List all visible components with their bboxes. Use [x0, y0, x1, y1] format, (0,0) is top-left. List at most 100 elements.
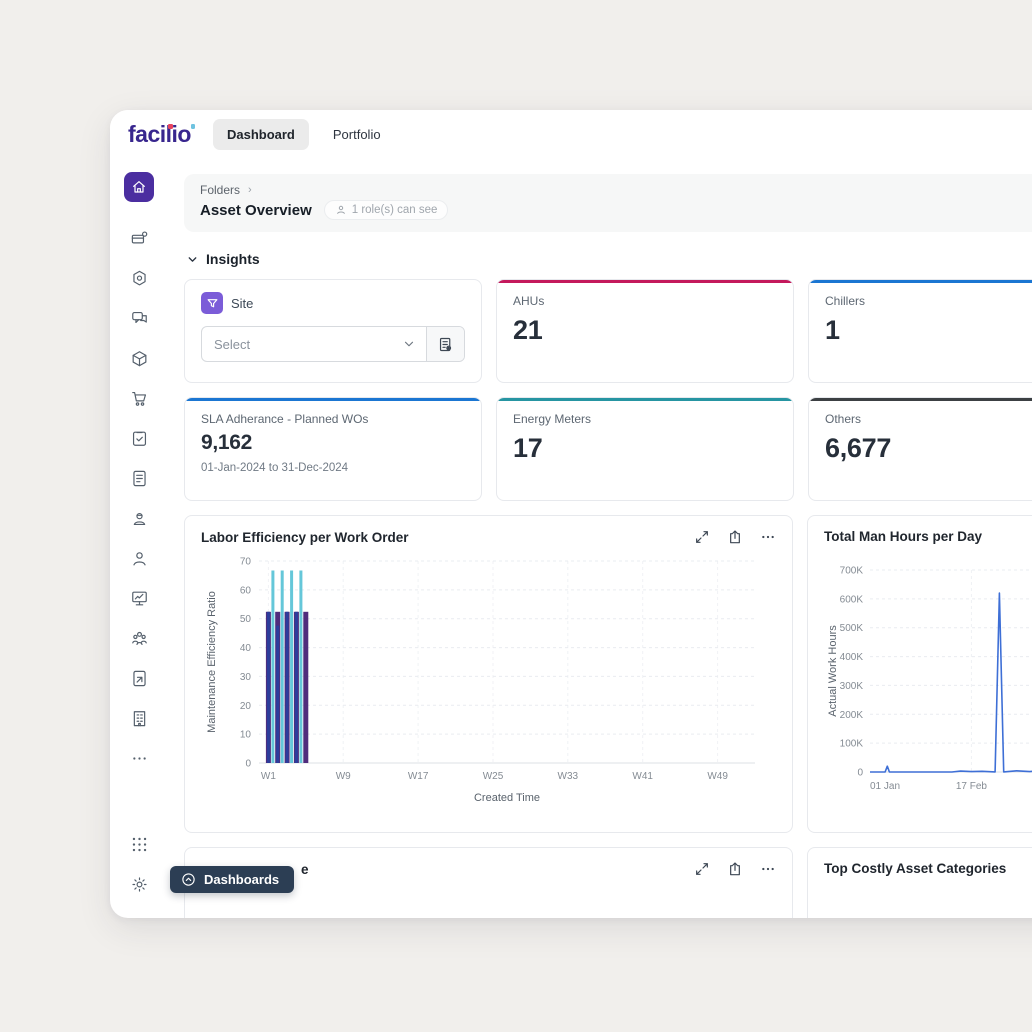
sidebar-item-cart[interactable]: [130, 389, 149, 408]
sidebar-item-worker[interactable]: [130, 509, 149, 528]
roles-badge[interactable]: 1 role(s) can see: [324, 200, 449, 220]
sidebar: [110, 158, 168, 918]
sidebar-item-people-group[interactable]: [130, 629, 149, 648]
svg-text:50: 50: [240, 614, 252, 625]
filter-preview-button[interactable]: [426, 327, 464, 361]
kpi-row-2: SLA Adherance - Planned WOs 9,162 01-Jan…: [184, 397, 1032, 501]
ellipsis-icon: [130, 749, 149, 768]
kpi-label: Chillers: [825, 294, 1032, 308]
kpi-label: AHUs: [513, 294, 777, 308]
svg-text:60: 60: [240, 585, 252, 596]
svg-text:200K: 200K: [840, 710, 864, 721]
site-select-value: Select: [202, 337, 392, 352]
kpi-value: 9,162: [201, 431, 465, 455]
page-title: Asset Overview: [200, 202, 312, 219]
kpi-value: 6,677: [825, 433, 1032, 464]
roles-badge-label: 1 role(s) can see: [352, 204, 438, 216]
app-window: facilio Dashboard Portfolio Folders › As…: [110, 110, 1032, 918]
charts-row: Labor Efficiency per Work Order W1W9W17W…: [184, 515, 1032, 833]
dashboards-button[interactable]: Dashboards: [170, 866, 294, 893]
site-filter-label: Site: [231, 296, 253, 311]
export-icon[interactable]: [727, 529, 743, 545]
facilio-logo: facilio: [128, 123, 191, 146]
gear-icon: [130, 875, 149, 894]
more-options-icon[interactable]: [760, 861, 776, 877]
sidebar-item-monitor-chart[interactable]: [130, 589, 149, 608]
breadcrumb-folders-link[interactable]: Folders: [200, 183, 240, 197]
kpi-card-sla-adherance-planned-wos: SLA Adherance - Planned WOs 9,162 01-Jan…: [184, 397, 482, 501]
sidebar-item-ellipsis[interactable]: [130, 749, 149, 768]
sidebar-item-apps-grid[interactable]: [130, 835, 149, 854]
top-costly-card: Top Costly Asset Categories: [807, 847, 1032, 918]
document-lines-icon: [130, 469, 149, 488]
kpi-value: 17: [513, 433, 777, 464]
kpi-label: Energy Meters: [513, 412, 777, 426]
logo-dot-cyan: [191, 124, 196, 129]
svg-text:W9: W9: [336, 771, 351, 782]
filter-icon: [201, 292, 223, 314]
svg-text:600K: 600K: [840, 594, 864, 605]
kpi-card-chillers: Chillers 1: [808, 279, 1032, 383]
sidebar-item-document-lines[interactable]: [130, 469, 149, 488]
main-content: Folders › Asset Overview 1 role(s) can s…: [168, 158, 1032, 918]
sidebar-item-clipboard-check[interactable]: [130, 429, 149, 448]
labor-efficiency-chart: W1W9W17W25W33W41W49010203040506070Mainte…: [201, 549, 773, 807]
sidebar-item-home[interactable]: [124, 172, 154, 202]
insights-toggle[interactable]: Insights: [186, 251, 1032, 267]
more-options-icon[interactable]: [760, 529, 776, 545]
site-select[interactable]: Select: [201, 326, 465, 362]
apps-grid-icon: [130, 835, 149, 854]
person-icon: [130, 549, 149, 568]
svg-text:01 Jan: 01 Jan: [870, 781, 900, 792]
svg-text:Actual Work Hours: Actual Work Hours: [827, 625, 839, 717]
clipboard-check-icon: [130, 429, 149, 448]
dashboards-button-label: Dashboards: [204, 872, 279, 887]
kpi-card-energy-meters: Energy Meters 17: [496, 397, 794, 501]
top-navigation: facilio Dashboard Portfolio: [110, 110, 1032, 158]
expand-icon[interactable]: [694, 861, 710, 877]
chevron-up-circle-icon: [181, 872, 196, 887]
sidebar-item-hexagon-settings[interactable]: [130, 269, 149, 288]
svg-text:0: 0: [245, 759, 251, 770]
svg-text:Created Time: Created Time: [474, 792, 540, 804]
kpi-label: SLA Adherance - Planned WOs: [201, 412, 465, 426]
tab-dashboard[interactable]: Dashboard: [213, 119, 309, 150]
hexagon-settings-icon: [130, 269, 149, 288]
sidebar-item-package[interactable]: [130, 349, 149, 368]
chart-title: Top Costly Asset Categories: [824, 861, 1032, 876]
svg-text:10: 10: [240, 730, 252, 741]
site-filter-card: Site Select: [184, 279, 482, 383]
expand-icon[interactable]: [694, 529, 710, 545]
svg-text:30: 30: [240, 672, 252, 683]
kpi-value: 21: [513, 315, 777, 346]
svg-text:W25: W25: [483, 771, 504, 782]
svg-text:W1: W1: [261, 771, 276, 782]
kpi-date-range: 01-Jan-2024 to 31-Dec-2024: [201, 462, 465, 474]
sidebar-item-wallet-card[interactable]: [130, 229, 149, 248]
svg-text:300K: 300K: [840, 681, 864, 692]
nav-tabs: Dashboard Portfolio: [213, 119, 395, 150]
breadcrumb: Folders › Asset Overview 1 role(s) can s…: [184, 174, 1032, 232]
svg-text:W17: W17: [408, 771, 429, 782]
svg-text:100K: 100K: [840, 739, 864, 750]
svg-text:400K: 400K: [840, 652, 864, 663]
svg-text:500K: 500K: [840, 623, 864, 634]
sidebar-item-person[interactable]: [130, 549, 149, 568]
chat-icon: [130, 309, 149, 328]
svg-text:20: 20: [240, 701, 252, 712]
building-icon: [130, 709, 149, 728]
person-icon: [335, 204, 347, 216]
kpi-card-others: Others 6,677: [808, 397, 1032, 501]
kpi-row-1: Site Select AHUs 21 Ch: [184, 279, 1032, 383]
export-icon[interactable]: [727, 861, 743, 877]
sidebar-item-gear[interactable]: [130, 875, 149, 894]
home-icon: [131, 179, 147, 195]
svg-text:17 Feb: 17 Feb: [956, 781, 988, 792]
sidebar-item-file-arrow[interactable]: [130, 669, 149, 688]
sidebar-item-chat[interactable]: [130, 309, 149, 328]
sidebar-item-building[interactable]: [130, 709, 149, 728]
svg-text:0: 0: [857, 768, 863, 779]
tab-portfolio[interactable]: Portfolio: [319, 119, 395, 150]
logo-dot-pink: [168, 124, 173, 129]
svg-text:W41: W41: [632, 771, 653, 782]
